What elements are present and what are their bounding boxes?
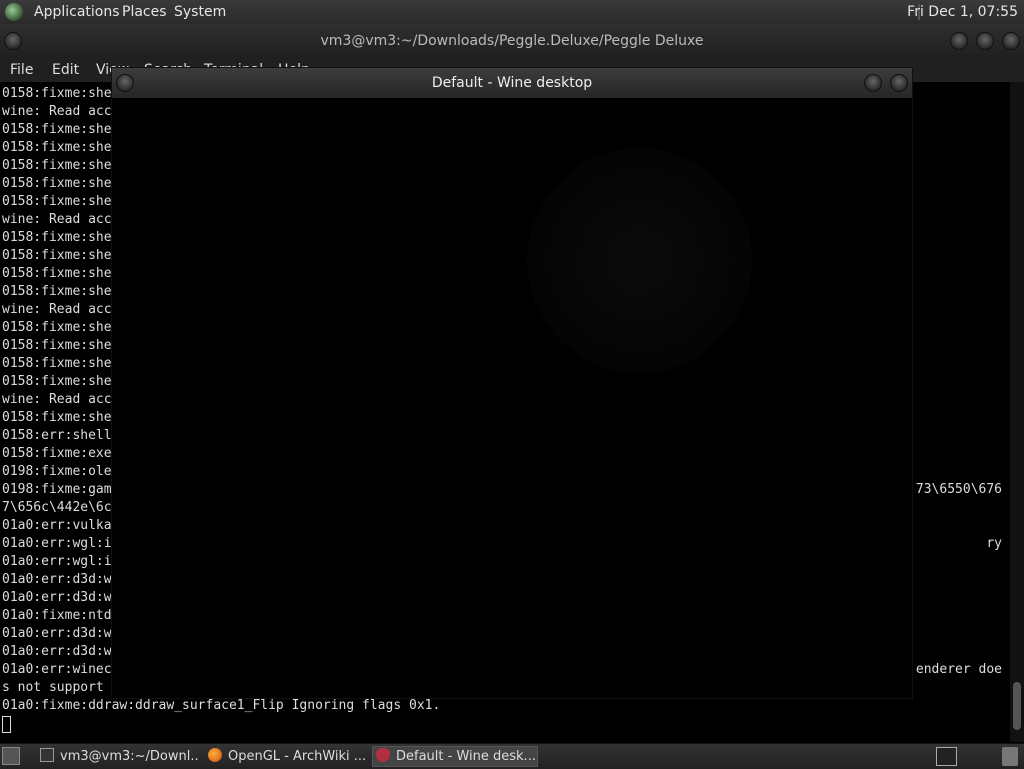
terminal-line: 7\656c\442e\6c — [2, 500, 112, 515]
terminal-title: vm3@vm3:~/Downloads/Peggle.Deluxe/Peggle… — [320, 33, 704, 49]
terminal-line: wine: Read acc — [2, 392, 112, 407]
task-label: OpenGL - ArchWiki ... — [228, 749, 366, 764]
terminal-line: 0198:fixme:ole — [2, 464, 112, 479]
terminal-line: 0158:fixme:she — [2, 122, 112, 137]
distro-logo-icon[interactable] — [5, 3, 23, 21]
firefox-icon — [208, 748, 222, 762]
terminal-line: 0158:fixme:she — [2, 410, 112, 425]
terminal-icon — [40, 748, 54, 762]
terminal-line: 0158:fixme:she — [2, 248, 112, 263]
terminal-line: 0158:fixme:she — [2, 194, 112, 209]
terminal-line: 01a0:err:vulka — [2, 518, 112, 533]
task-wine[interactable]: Default - Wine desk... — [372, 746, 538, 767]
clock[interactable]: Fri Dec 1, 07:55 — [907, 4, 1018, 20]
wine-icon — [376, 748, 390, 762]
terminal-line: wine: Read acc — [2, 302, 112, 317]
menu-edit[interactable]: Edit — [52, 62, 79, 78]
terminal-line: 01a0:err:d3d:w — [2, 626, 112, 641]
terminal-line: 01a0:fixme:ntd — [2, 608, 112, 623]
terminal-line: 01a0:fixme:ddraw:ddraw_surface1_Flip Ign… — [2, 698, 441, 713]
terminal-line: 0158:fixme:she — [2, 158, 112, 173]
system-menu[interactable]: System — [174, 4, 226, 20]
top-panel: Applications Places System Fri Dec 1, 07… — [0, 0, 1024, 25]
terminal-line: 0158:fixme:she — [2, 374, 112, 389]
terminal-line: 0158:fixme:she — [2, 356, 112, 371]
maximize-button[interactable] — [976, 32, 994, 50]
terminal-line: 0158:fixme:she — [2, 284, 112, 299]
terminal-line: 0158:fixme:she — [2, 176, 112, 191]
terminal-line: 0158:fixme:she — [2, 266, 112, 281]
minimize-button[interactable] — [864, 74, 882, 92]
terminal-line: 01a0:err:d3d:w — [2, 590, 112, 605]
task-firefox[interactable]: OpenGL - ArchWiki ... — [204, 746, 366, 767]
task-label: vm3@vm3:~/Downl... — [60, 749, 200, 764]
terminal-line: 0158:fixme:she — [2, 140, 112, 155]
terminal-line: wine: Read acc — [2, 212, 112, 227]
terminal-scrollbar[interactable] — [1010, 82, 1024, 742]
terminal-line: 0158:fixme:she — [2, 320, 112, 335]
applications-menu[interactable]: Applications — [34, 4, 120, 20]
faint-background-image — [527, 148, 752, 373]
show-desktop-icon[interactable] — [2, 747, 20, 765]
terminal-titlebar[interactable]: vm3@vm3:~/Downloads/Peggle.Deluxe/Peggle… — [0, 24, 1024, 58]
terminal-cursor — [2, 716, 11, 733]
terminal-line: 0158:err:shell — [2, 428, 112, 443]
places-menu[interactable]: Places — [122, 4, 167, 20]
terminal-line-fragment: ry — [986, 536, 1002, 551]
close-button[interactable] — [1002, 32, 1020, 50]
task-terminal[interactable]: vm3@vm3:~/Downl... — [36, 746, 200, 767]
terminal-line: 0158:fixme:she — [2, 230, 112, 245]
bottom-taskbar: vm3@vm3:~/Downl... OpenGL - ArchWiki ...… — [0, 743, 1024, 769]
minimize-button[interactable] — [950, 32, 968, 50]
task-label: Default - Wine desk... — [396, 749, 536, 764]
terminal-line: 01a0:err:d3d:w — [2, 572, 112, 587]
close-button[interactable] — [890, 74, 908, 92]
terminal-line-fragment: enderer doe — [915, 662, 1002, 677]
terminal-line: 0198:fixme:gam — [2, 482, 112, 497]
wine-titlebar[interactable]: Default - Wine desktop — [112, 68, 912, 98]
terminal-line: wine: Read acc — [2, 104, 112, 119]
terminal-line: s not support — [2, 680, 104, 695]
scrollbar-thumb[interactable] — [1013, 682, 1021, 730]
terminal-line-fragment: 73\6550\676 — [915, 482, 1002, 497]
menu-file[interactable]: File — [10, 62, 33, 78]
trash-icon[interactable] — [1002, 747, 1018, 766]
workspace-switcher[interactable] — [936, 747, 957, 766]
terminal-line: 01a0:err:wgl:i — [2, 536, 112, 551]
terminal-line: 0158:fixme:exe — [2, 446, 112, 461]
terminal-line: 0158:fixme:she — [2, 86, 112, 101]
terminal-line: 01a0:err:wgl:i — [2, 554, 112, 569]
terminal-line: 0158:fixme:she — [2, 338, 112, 353]
wine-title: Default - Wine desktop — [431, 75, 593, 91]
terminal-line: 01a0:err:winec — [2, 662, 112, 677]
wine-desktop-window[interactable]: Default - Wine desktop — [112, 68, 912, 698]
terminal-line: 01a0:err:d3d:w — [2, 644, 112, 659]
wine-desktop-area[interactable] — [112, 98, 912, 698]
